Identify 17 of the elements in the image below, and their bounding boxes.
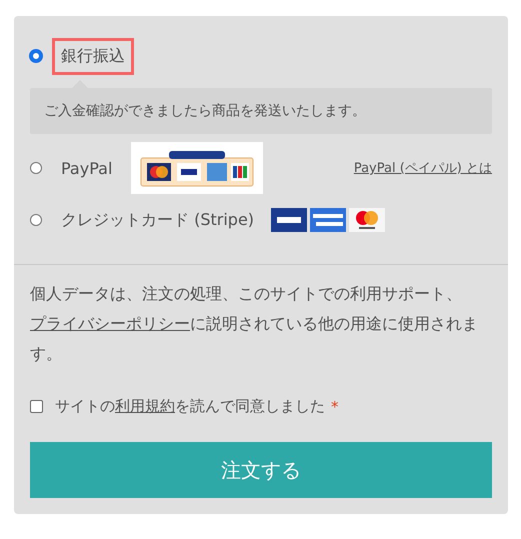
- payment-method-label[interactable]: PayPal: [52, 150, 122, 186]
- privacy-policy-link[interactable]: プライバシーポリシー: [30, 314, 190, 333]
- terms-agreement-label: サイトの利用規約を読んで同意しました: [55, 397, 325, 416]
- paypal-info-link[interactable]: PayPal (ペイパル) とは: [354, 159, 492, 177]
- terms-checkbox[interactable]: [30, 400, 43, 413]
- terms-link[interactable]: 利用規約: [115, 397, 175, 415]
- required-mark: *: [331, 398, 338, 416]
- radio-button[interactable]: [30, 214, 42, 226]
- privacy-notice: 個人データは、注文の処理、このサイトでの利用サポート、 プライバシーポリシーに説明されている他の用途に使用されます。: [30, 283, 479, 365]
- payment-method-label[interactable]: クレジットカード (Stripe): [52, 202, 264, 238]
- card-logo-icon: [271, 208, 308, 232]
- payment-method-label[interactable]: 銀行振込: [52, 38, 134, 74]
- card-logo-icon: [349, 208, 386, 232]
- card-logo-icon: [310, 208, 346, 232]
- radio-button[interactable]: [30, 162, 42, 174]
- payment-description: ご入金確認ができましたら商品を発送いたします。: [44, 103, 366, 119]
- radio-button[interactable]: [30, 50, 42, 62]
